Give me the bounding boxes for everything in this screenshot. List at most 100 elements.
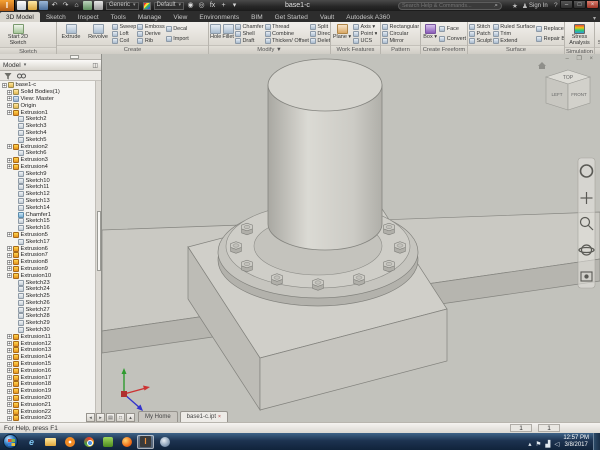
stitch-button[interactable]: Stitch [469,23,492,30]
show-desktop-button[interactable] [593,433,600,450]
tree-item-extrusion17[interactable]: +Extrusion17 [0,374,95,381]
tree-item-extrusion23[interactable]: +Extrusion23 [0,415,95,422]
find-icon[interactable] [17,72,26,80]
tree-item-extrusion10[interactable]: +Extrusion10 [0,272,95,279]
clear-appearance-icon[interactable]: ◎ [197,1,206,10]
open-icon[interactable] [28,1,37,10]
expand-icon[interactable]: + [7,90,12,95]
expand-icon[interactable]: + [7,396,12,401]
taskbar-design-app-icon[interactable] [156,435,173,449]
hex-nut[interactable] [313,279,324,291]
3d-viewport[interactable]: TOP LEFT FRONT [102,54,600,422]
taskbar-firefox-icon[interactable] [118,435,135,449]
search-input[interactable] [402,3,494,9]
adjust-appearance-icon[interactable]: ◉ [186,1,195,10]
hex-nut[interactable] [384,223,395,235]
loft-button[interactable]: Loft [112,31,136,38]
tab-view[interactable]: View [167,12,193,22]
tree-item-base1-c[interactable]: +base1-c [0,82,95,89]
extend-button[interactable]: Extend [493,38,535,45]
ribbon-group-label[interactable]: Convert [595,47,600,54]
derive-button[interactable]: Derive [137,31,164,38]
home-icon[interactable]: ⌂ [72,1,81,10]
expand-icon[interactable]: + [7,402,12,407]
navigation-bar[interactable] [578,158,595,288]
expand-icon[interactable]: + [7,158,12,163]
face-button[interactable]: Face [439,26,466,33]
network-icon[interactable]: ▟ [545,441,550,448]
ucs-button[interactable]: UCS [353,38,377,45]
appearance-dropdown[interactable]: Default▾ [154,2,185,10]
tree-item-extrusion3[interactable]: +Extrusion3 [0,157,95,164]
expand-icon[interactable]: + [7,362,12,367]
tree-item-sketch25[interactable]: Sketch25 [0,293,95,300]
box-button[interactable]: Box ▾ [422,23,438,45]
taskbar-inventor-icon[interactable]: I [137,435,154,449]
expand-icon[interactable]: + [7,260,12,265]
expand-icon[interactable]: + [7,355,12,360]
ribbon-options-icon[interactable]: ▾ [593,15,596,22]
tree-item-sketch4[interactable]: Sketch4 [0,130,95,137]
extrude-button[interactable]: Extrude [58,23,84,45]
taskbar-internet-explorer-icon[interactable]: e [23,435,40,449]
close-icon[interactable]: × [218,414,221,420]
chamfer-button[interactable]: Chamfer [235,23,264,30]
filter-icon[interactable] [4,72,12,80]
tree-item-sketch13[interactable]: Sketch13 [0,198,95,205]
decal-button[interactable]: Decal [166,26,189,33]
expand-icon[interactable]: + [7,164,12,169]
expand-icon[interactable]: + [7,266,12,271]
start-button[interactable] [3,434,18,449]
fillet-button[interactable]: Fillet [222,23,234,45]
hex-nut[interactable] [242,223,253,235]
application-menu-button[interactable]: I [0,0,15,11]
tab-scroll-button-1[interactable]: ▸ [96,413,105,422]
rib-button[interactable]: Rib [137,38,164,45]
material-dropdown[interactable]: Generic▾ [106,2,139,10]
tree-item-extrusion6[interactable]: +Extrusion6 [0,245,95,252]
tree-item-extrusion20[interactable]: +Extrusion20 [0,395,95,402]
expand-icon[interactable]: + [7,110,12,115]
browser-header[interactable]: Model ▾ ◫ [0,60,101,71]
direct-button[interactable]: Direct [310,31,331,38]
scrollbar-thumb[interactable] [70,55,79,59]
scrollbar-thumb[interactable] [97,211,102,271]
import-button[interactable]: Import [166,35,189,42]
tab-environments[interactable]: Environments [193,12,245,22]
tree-item-sketch9[interactable]: Sketch9 [0,170,95,177]
tree-item-extrusion4[interactable]: +Extrusion4 [0,164,95,171]
viewcube-front-face[interactable]: FRONT [571,92,587,97]
tree-item-sketch15[interactable]: Sketch15 [0,218,95,225]
browser-vertical-scrollbar[interactable] [95,81,101,422]
tab-bim[interactable]: BIM [245,12,269,22]
tree-item-extrusion18[interactable]: +Extrusion18 [0,381,95,388]
browser-pin-icon[interactable]: ◫ [92,62,98,69]
draft-button[interactable]: Draft [235,38,264,45]
tree-item-sketch12[interactable]: Sketch12 [0,191,95,198]
undo-icon[interactable]: ↶ [50,1,59,10]
cylinder-solid[interactable] [268,59,382,250]
sign-in-button[interactable]: Sign In [529,3,548,9]
tree-item-sketch10[interactable]: Sketch10 [0,177,95,184]
document-tab-my-home[interactable]: My Home [138,411,178,422]
tree-item-sketch26[interactable]: Sketch26 [0,300,95,307]
tree-item-sketch29[interactable]: Sketch29 [0,320,95,327]
save-icon[interactable] [39,1,48,10]
ribbon-group-label[interactable]: Simulation [565,47,594,54]
expand-icon[interactable]: + [7,232,12,237]
sculpt-button[interactable]: Sculpt [469,38,492,45]
tab-autodesk-a360[interactable]: Autodesk A360 [340,12,396,22]
tree-item-extrusion2[interactable]: +Extrusion2 [0,143,95,150]
hex-nut[interactable] [384,260,395,272]
tree-item-extrusion8[interactable]: +Extrusion8 [0,259,95,266]
tree-item-sketch14[interactable]: Sketch14 [0,204,95,211]
emboss-button[interactable]: Emboss [137,23,164,30]
tab-tools[interactable]: Tools [105,12,132,22]
expand-icon[interactable]: + [7,246,12,251]
tree-item-extrusion15[interactable]: +Extrusion15 [0,361,95,368]
ribbon-group-label[interactable]: Sketch [0,47,56,54]
restore-button[interactable]: □ [573,0,586,9]
document-tab-base1-c-ipt[interactable]: base1-c.ipt× [180,411,228,422]
tree-item-extrusion9[interactable]: +Extrusion9 [0,266,95,273]
tree-item-sketch11[interactable]: Sketch11 [0,184,95,191]
